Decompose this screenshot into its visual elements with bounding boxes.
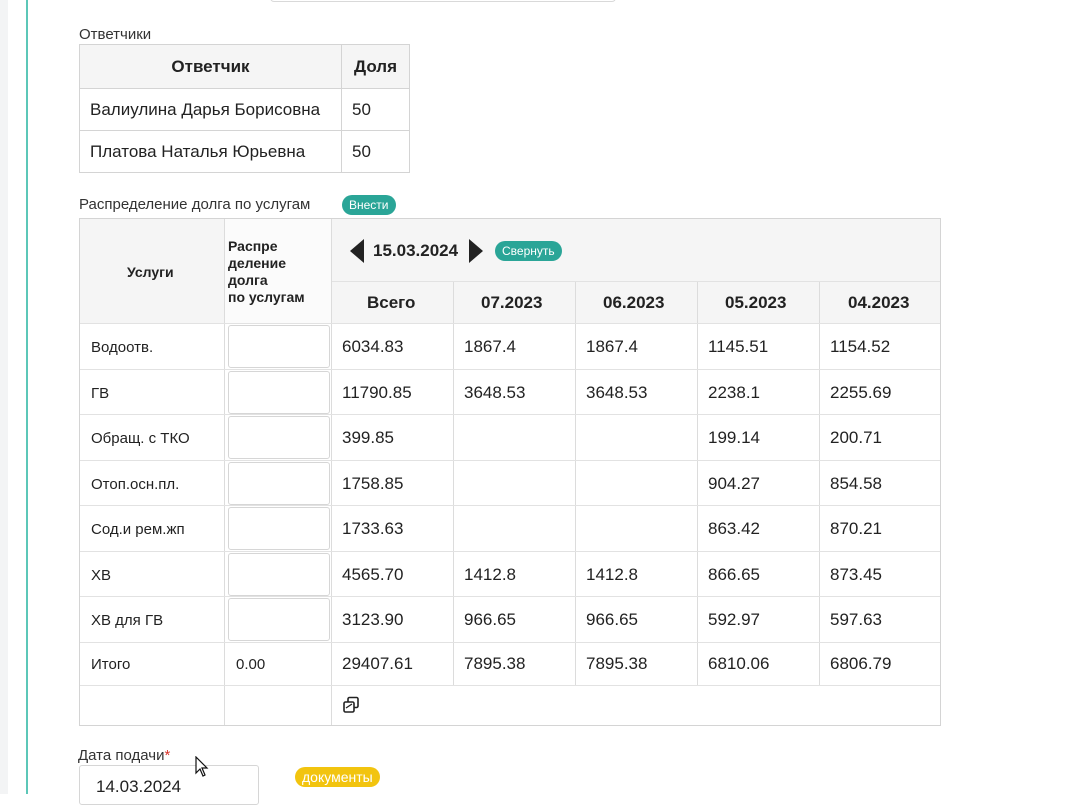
respondents-label: Ответчики bbox=[79, 26, 152, 43]
share-column-header: Доля bbox=[341, 44, 410, 89]
value-cell: 3648.53 bbox=[464, 383, 526, 402]
collapse-button[interactable]: Свернуть bbox=[495, 241, 562, 261]
value-cell: 866.65 bbox=[708, 565, 760, 584]
value-cell: 4565.70 bbox=[342, 565, 404, 584]
copy-icon[interactable] bbox=[342, 696, 360, 714]
value-cell: 3648.53 bbox=[586, 383, 648, 402]
value-cell: 200.71 bbox=[830, 428, 882, 447]
value-cell: 966.65 bbox=[586, 610, 638, 629]
value-cell: 1758.85 bbox=[342, 474, 404, 493]
total-allocation: 0.00 bbox=[236, 656, 266, 673]
page-left-gutter bbox=[0, 0, 8, 794]
respondents-table: Ответчик Доля Валиулина Дарья Борисовна … bbox=[79, 44, 410, 173]
service-name: ГВ bbox=[91, 385, 110, 402]
value-cell: 1733.63 bbox=[342, 519, 404, 538]
value-cell: 1412.8 bbox=[586, 565, 638, 584]
table-row: Валиулина Дарья Борисовна 50 bbox=[79, 88, 410, 131]
total-value: 29407.61 bbox=[342, 654, 413, 673]
total-value: 7895.38 bbox=[586, 654, 648, 673]
value-cell: 863.42 bbox=[708, 519, 760, 538]
next-date-arrow-icon[interactable] bbox=[469, 239, 483, 263]
service-name: Отоп.осн.пл. bbox=[91, 476, 180, 493]
column-header-period: 07.2023 bbox=[481, 293, 543, 312]
allocation-input[interactable] bbox=[228, 553, 330, 596]
value-cell: 870.21 bbox=[830, 519, 882, 538]
total-value: 7895.38 bbox=[464, 654, 526, 673]
respondent-name: Платова Наталья Юрьевна bbox=[79, 130, 342, 173]
value-cell: 592.97 bbox=[708, 610, 760, 629]
submit-date-label: Дата подачи* bbox=[78, 747, 171, 764]
distribution-table: Услуги Распре деление долга по услугам 1… bbox=[79, 218, 941, 726]
mouse-cursor-icon bbox=[195, 756, 209, 777]
previous-date-arrow-icon[interactable] bbox=[350, 239, 364, 263]
table-row: Платова Наталья Юрьевна 50 bbox=[79, 130, 410, 173]
total-label: Итого bbox=[91, 656, 131, 673]
respondent-share: 50 bbox=[341, 88, 410, 131]
value-cell: 1867.4 bbox=[586, 337, 638, 356]
allocation-input[interactable] bbox=[228, 507, 330, 550]
respondent-name: Валиулина Дарья Борисовна bbox=[79, 88, 342, 131]
allocation-input[interactable] bbox=[228, 371, 330, 414]
respondent-column-header: Ответчик bbox=[79, 44, 342, 89]
value-cell: 199.14 bbox=[708, 428, 760, 447]
value-cell: 904.27 bbox=[708, 474, 760, 493]
allocation-header: Распре деление долга по услугам bbox=[228, 238, 305, 305]
service-name: Сод.и рем.жп bbox=[91, 521, 185, 538]
submit-date-input[interactable]: 14.03.2024 bbox=[79, 765, 259, 805]
services-header: Услуги bbox=[127, 264, 174, 280]
value-cell: 399.85 bbox=[342, 428, 394, 447]
value-cell: 1412.8 bbox=[464, 565, 516, 584]
service-name: ХВ для ГВ bbox=[91, 612, 164, 629]
service-name: Водоотв. bbox=[91, 339, 154, 356]
total-value: 6806.79 bbox=[830, 654, 892, 673]
value-cell: 966.65 bbox=[464, 610, 516, 629]
page-left-accent-line bbox=[26, 0, 28, 794]
documents-button[interactable]: документы bbox=[295, 767, 380, 787]
value-cell: 6034.83 bbox=[342, 337, 404, 356]
respondent-share: 50 bbox=[341, 130, 410, 173]
value-cell: 2238.1 bbox=[708, 383, 760, 402]
column-header-period: 04.2023 bbox=[848, 293, 910, 312]
allocation-input[interactable] bbox=[228, 416, 330, 459]
value-cell: 597.63 bbox=[830, 610, 882, 629]
current-date: 15.03.2024 bbox=[373, 241, 459, 260]
allocation-input[interactable] bbox=[228, 325, 330, 368]
value-cell: 11790.85 bbox=[342, 383, 412, 402]
column-header-period: 06.2023 bbox=[603, 293, 665, 312]
required-mark: * bbox=[164, 747, 171, 764]
value-cell: 3123.90 bbox=[342, 610, 404, 629]
distribution-label: Распределение долга по услугам bbox=[79, 196, 311, 213]
value-cell: 1154.52 bbox=[830, 337, 891, 356]
value-cell: 873.45 bbox=[830, 565, 882, 584]
value-cell: 1867.4 bbox=[464, 337, 516, 356]
service-name: Обращ. с ТКО bbox=[91, 430, 190, 447]
value-cell: 854.58 bbox=[830, 474, 882, 493]
allocation-input[interactable] bbox=[228, 598, 330, 641]
value-cell: 1145.51 bbox=[708, 337, 769, 356]
value-cell: 2255.69 bbox=[830, 383, 892, 402]
total-value: 6810.06 bbox=[708, 654, 770, 673]
service-name: ХВ bbox=[91, 567, 112, 584]
apply-distribution-button[interactable]: Внести bbox=[342, 195, 396, 215]
column-header-total: Всего bbox=[367, 293, 416, 312]
previous-field-fragment[interactable] bbox=[270, 0, 616, 2]
column-header-period: 05.2023 bbox=[725, 293, 787, 312]
allocation-input[interactable] bbox=[228, 462, 330, 505]
